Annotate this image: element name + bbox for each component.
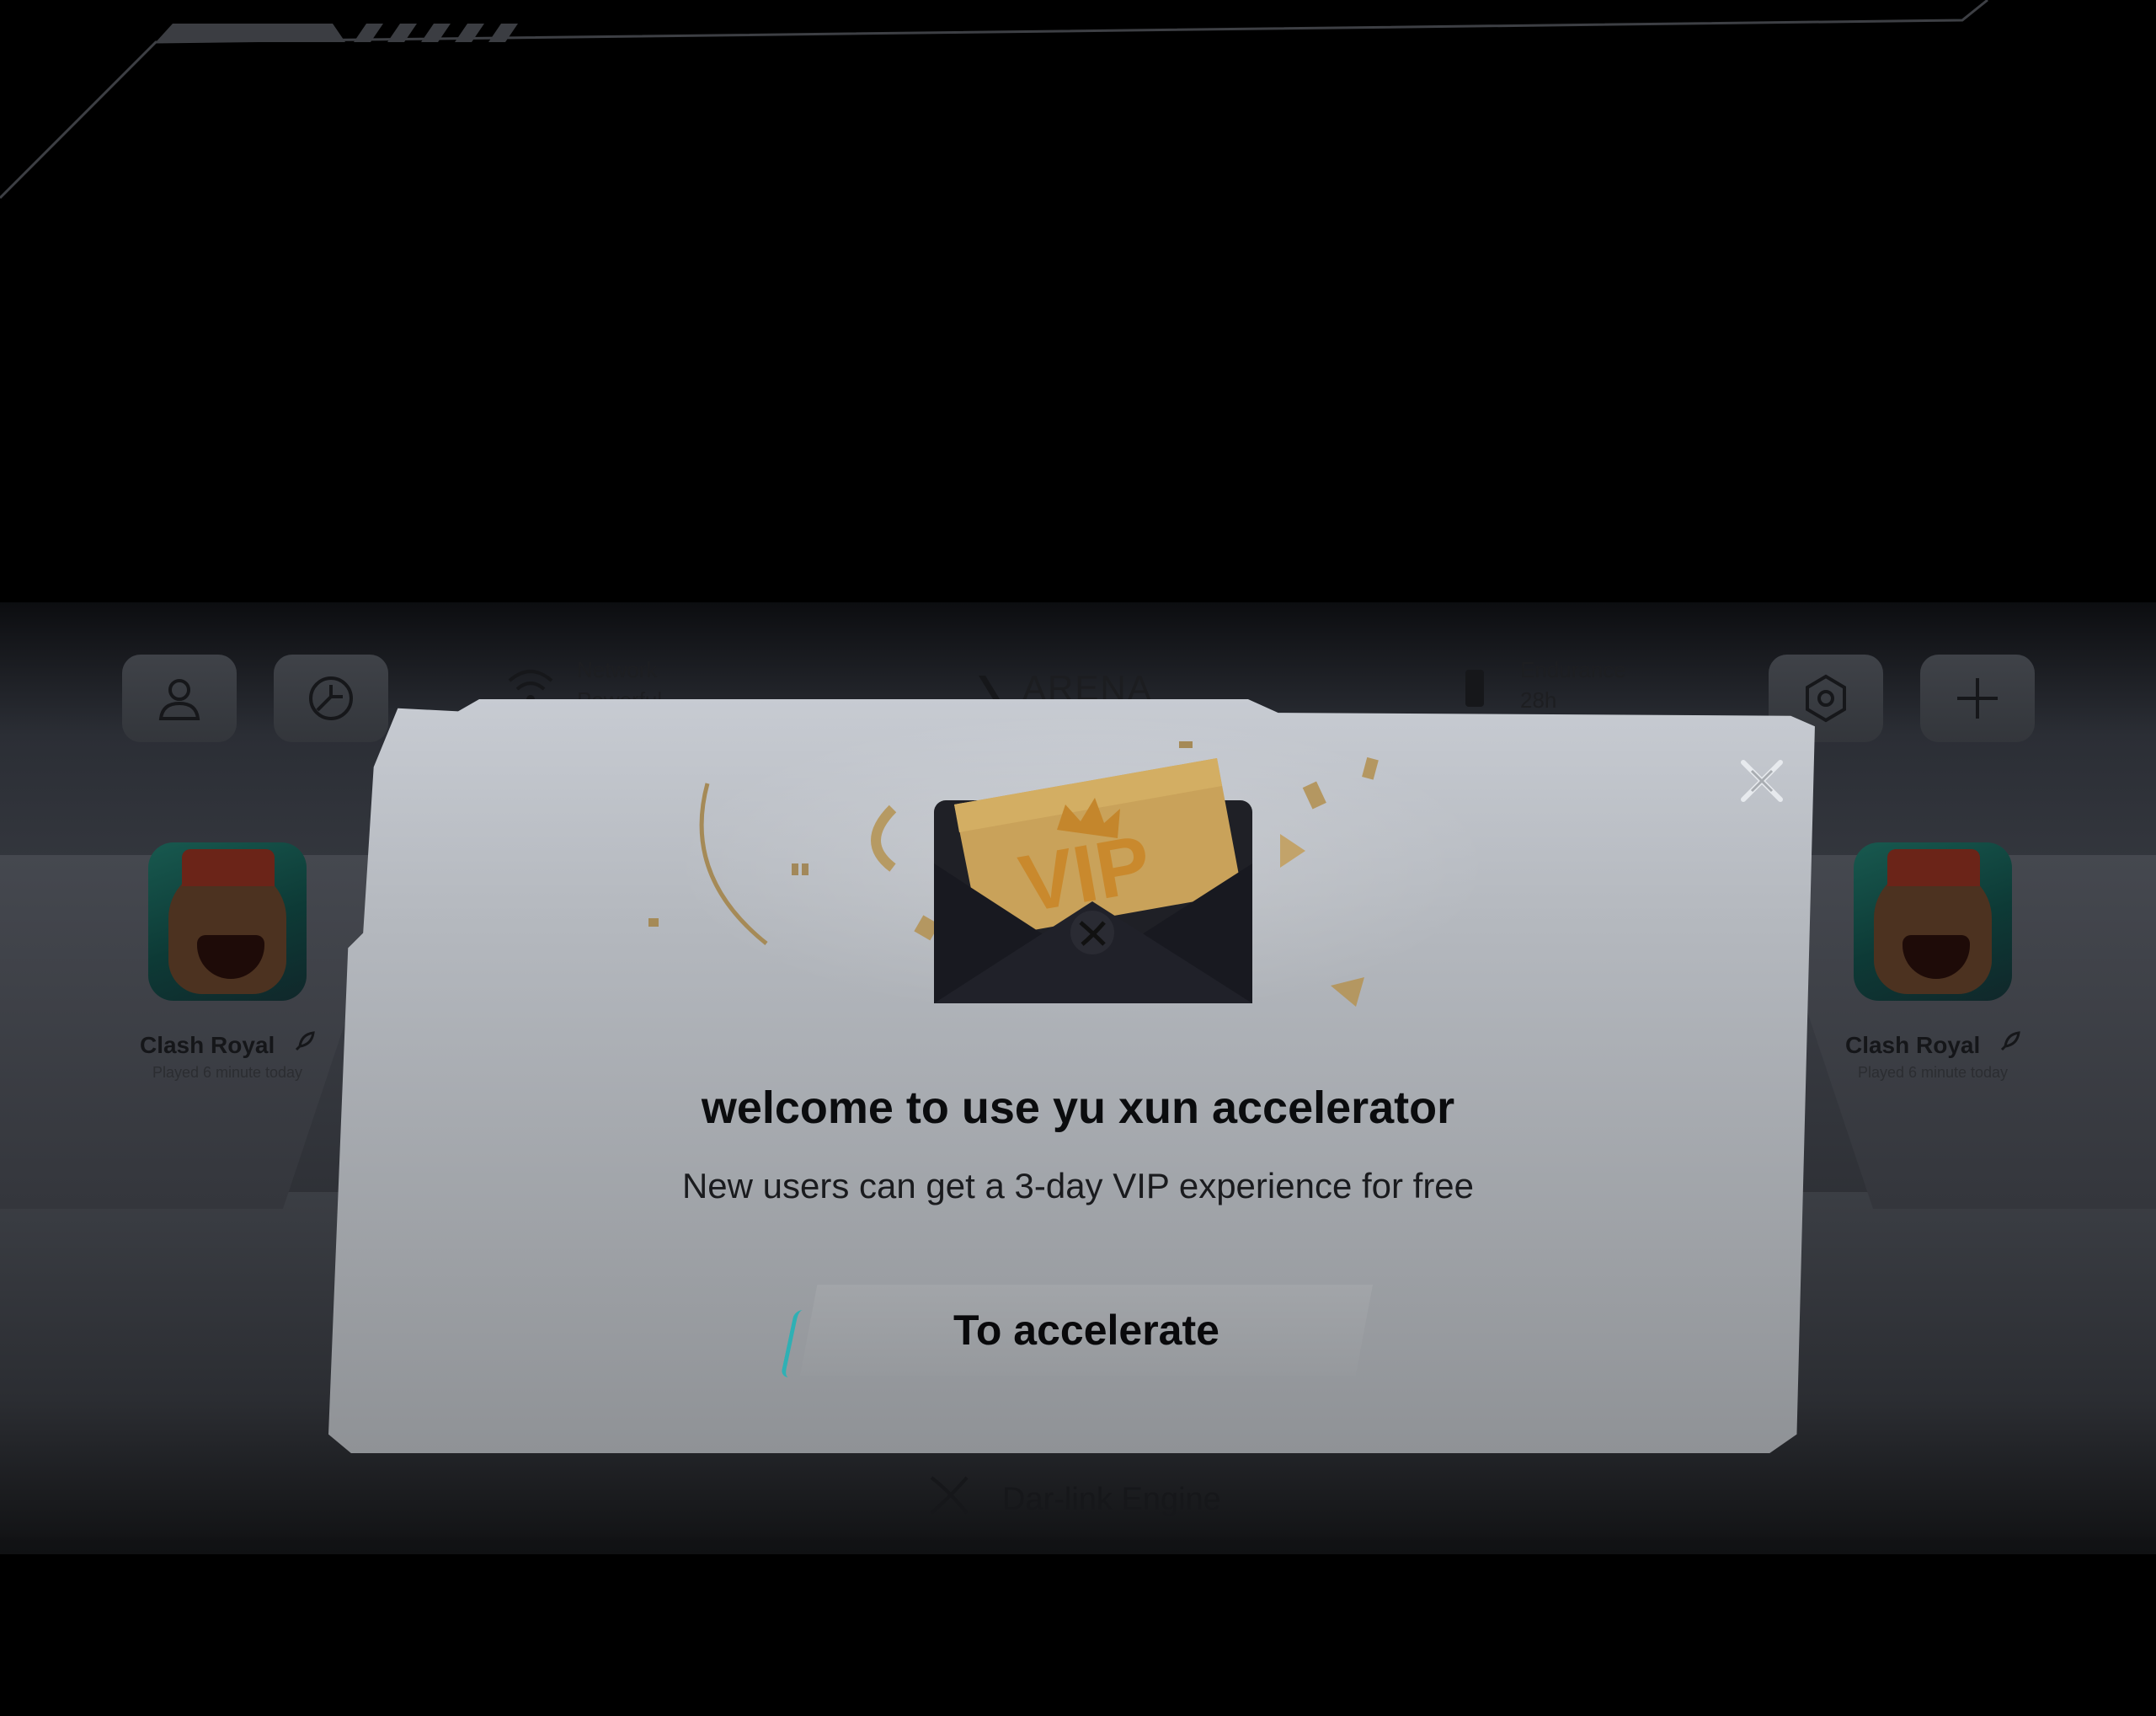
vip-envelope-illustration: VIP <box>934 758 1252 1003</box>
add-button[interactable] <box>1920 655 2035 742</box>
settings-icon <box>1806 674 1846 723</box>
endurance-value: 28h <box>1520 687 1557 713</box>
game-icon[interactable] <box>1854 842 2012 1001</box>
dialog-subtitle: New users can get a 3-day VIP experience… <box>681 1166 1475 1205</box>
engine-label: Dar-link Engine <box>1002 1481 1221 1517</box>
endurance-label: Endurance <box>1520 657 1626 682</box>
top-frame-decoration <box>0 0 1988 200</box>
battery-icon <box>1465 670 1484 707</box>
engine-icon <box>926 1473 972 1526</box>
dialog-title: welcome to use yu xun accelerator <box>701 1083 1455 1133</box>
network-label: Network <box>577 657 658 682</box>
profile-button[interactable] <box>122 655 237 742</box>
speedometer-button[interactable] <box>274 655 388 742</box>
game-subtitle: Played 6 minute today <box>1857 1064 2009 1081</box>
user-icon <box>158 679 200 720</box>
endurance-status: Endurance 28h <box>1520 655 1626 715</box>
rocket-icon[interactable] <box>293 1031 315 1059</box>
close-icon[interactable] <box>1735 754 1789 808</box>
rocket-icon[interactable] <box>1999 1031 2020 1059</box>
game-card-left[interactable]: Clash Royal Played 6 minute today <box>118 842 337 1112</box>
game-subtitle: Played 6 minute today <box>152 1064 303 1081</box>
game-card-right[interactable]: Clash Royal Played 6 minute today <box>1823 842 2042 1112</box>
bottom-letterbox <box>0 1554 2156 1716</box>
game-icon[interactable] <box>148 842 307 1001</box>
game-title: Clash Royal <box>139 1032 275 1058</box>
plus-icon <box>1957 678 1998 719</box>
engine-footer: Dar-link Engine <box>926 1473 1221 1526</box>
game-title: Clash Royal <box>1844 1032 1981 1058</box>
speed-icon <box>309 676 353 720</box>
to-accelerate-button[interactable]: To accelerate <box>800 1285 1373 1376</box>
